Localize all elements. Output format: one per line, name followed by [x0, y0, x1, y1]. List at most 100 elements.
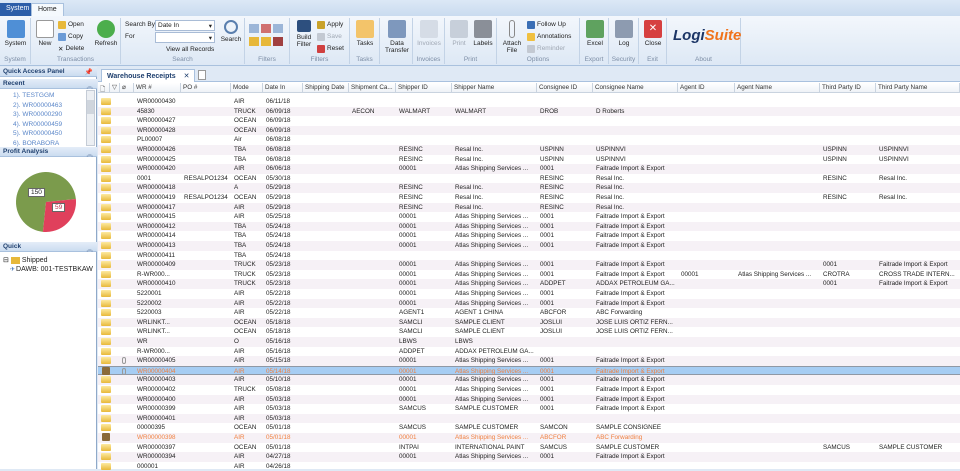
column-header-shipping-date[interactable]: Shipping Date [303, 83, 349, 93]
tab-warehouse-receipts[interactable]: Warehouse Receipts ✕ [101, 69, 196, 82]
data-transfer-button[interactable]: Data Transfer [382, 20, 412, 54]
column-header-agent-name[interactable]: Agent Name [735, 83, 820, 93]
save-filter-button[interactable]: Save [317, 32, 342, 41]
delete-button[interactable]: ✕ Delete [58, 44, 84, 53]
excel-button[interactable]: Excel [583, 20, 607, 47]
view-icon[interactable] [249, 24, 259, 33]
table-row[interactable]: WR00000430 AIR 06/11/18 [98, 97, 960, 107]
table-row[interactable]: WRLINKT... OCEAN 05/18/18 SAMCLI SAMPLE CLIE… [98, 317, 960, 328]
column-header-third-party-name[interactable]: Third Party Name [876, 83, 960, 93]
recent-item[interactable]: 3). WR00000290 [13, 111, 62, 118]
follow-up-button[interactable]: Follow Up [527, 20, 566, 29]
table-row[interactable]: WR00000420 AIR 06/06/18 00001 Atlas Shipping… [98, 164, 960, 174]
table-row[interactable]: WR00000417 AIR 05/29/18 RESINC Resal Inc. RES… [98, 202, 960, 213]
close-button[interactable]: ✕ Close [642, 20, 664, 47]
column-header-mode[interactable]: Mode [231, 83, 263, 93]
table-row[interactable]: WR O 05/16/18 LBWS LBWS [98, 337, 960, 347]
table-row[interactable]: WR00000426 TBA 06/08/18 RESINC Resal Inc. USP… [98, 145, 960, 155]
recent-item[interactable]: 6). BORABORA [13, 140, 59, 147]
folder-icon[interactable] [249, 37, 259, 46]
table-row[interactable]: R-WR000... AIR 05/16/18 ADDPET ADDAX PETROLE… [98, 347, 960, 357]
table-row[interactable]: WR00000428 OCEAN 06/09/18 [98, 125, 960, 136]
column-header-wr[interactable]: WR # [134, 83, 181, 93]
doc-column-icon[interactable]: 🗋 [98, 83, 110, 93]
collapse-box-icon[interactable]: ⊟ [3, 256, 9, 264]
table-row[interactable]: WR00000410 TRUCK 05/23/18 00001 Atlas Shippi… [98, 279, 960, 289]
column-header-third-party-id[interactable]: Third Party ID [820, 83, 876, 93]
collapse-icon[interactable]: ︽ [87, 80, 94, 90]
table-row[interactable]: WR00000418 A 05/29/18 RESINC Resal Inc. RESIN… [98, 183, 960, 193]
table-row[interactable]: WR00000412 TBA 05/24/18 00001 Atlas Shipping… [98, 221, 960, 232]
column-header-consignee-id[interactable]: Consignee ID [537, 83, 593, 93]
column-header-agent-id[interactable]: Agent ID [678, 83, 735, 93]
view-all-records-link[interactable]: View all Records [166, 45, 214, 54]
table-row[interactable]: WR00000405 AIR 05/15/18 00001 Atlas Shipping… [98, 356, 960, 366]
table-row[interactable]: WRLINKT... OCEAN 05/18/18 SAMCLI SAMPLE CLIE… [98, 327, 960, 337]
view-icon[interactable] [261, 24, 271, 33]
attachment-column-icon[interactable]: ⌀ [120, 83, 134, 93]
tree-node-shipped[interactable]: ⊟ Shipped [3, 256, 48, 264]
pin-icon[interactable]: 📌 [85, 68, 93, 76]
system-button[interactable]: System [3, 20, 28, 47]
table-row[interactable]: WR00000401 AIR 05/03/18 [98, 413, 960, 424]
recent-item[interactable]: 1). TESTGGM [13, 92, 54, 99]
column-header-consignee-name[interactable]: Consignee Name [593, 83, 678, 93]
folder-icon[interactable] [261, 37, 271, 46]
table-row[interactable]: 5220001 AIR 05/22/18 00001 Atlas Shipping Se… [98, 289, 960, 299]
column-header-date-in[interactable]: Date In [263, 83, 303, 93]
profit-analysis-header[interactable]: Profit Analysis ︽ [0, 147, 97, 158]
new-button[interactable]: New [34, 20, 56, 47]
table-row[interactable]: WR00000425 TBA 06/08/18 RESINC Resal Inc. USP… [98, 155, 960, 165]
recent-item[interactable]: 2). WR00000463 [13, 102, 62, 109]
recent-item[interactable]: 5). WR00000450 [13, 130, 62, 137]
log-button[interactable]: Log [612, 20, 636, 47]
print-button[interactable]: Print [448, 20, 470, 47]
invoices-button[interactable]: Invoices [415, 20, 443, 47]
table-row[interactable]: WR00000397 OCEAN 05/01/18 INTPAI INTERNATION… [98, 443, 960, 453]
collapse-icon[interactable]: ︽ [87, 243, 94, 253]
table-row[interactable]: WR00000400 AIR 05/03/18 00001 Atlas Shipping… [98, 394, 960, 405]
table-row[interactable]: WR00000411 TBA 05/24/18 [98, 251, 960, 261]
table-row[interactable]: WR00000398 AIR 05/01/18 00001 Atlas Shipping… [98, 433, 960, 443]
attach-file-button[interactable]: Attach File [500, 20, 524, 54]
reset-button[interactable]: Reset [317, 44, 344, 53]
search-button[interactable]: Search [219, 20, 243, 43]
table-row[interactable]: WR00000427 OCEAN 06/09/18 [98, 116, 960, 126]
table-row[interactable]: WR00000394 AIR 04/27/18 00001 Atlas Shipping… [98, 452, 960, 462]
view-icon[interactable] [273, 24, 283, 33]
table-row[interactable]: WR00000399 AIR 05/03/18 SAMCUS SAMPLE CUSTOM… [98, 404, 960, 414]
column-header-po[interactable]: PO # [181, 83, 231, 93]
column-header-shipper-name[interactable]: Shipper Name [452, 83, 537, 93]
table-row[interactable]: PL00007 Air 06/08/18 [98, 135, 960, 145]
table-row[interactable]: WR00000403 AIR 05/10/18 00001 Atlas Shipping… [98, 375, 960, 385]
search-by-select[interactable]: Date In ▾ [155, 20, 215, 31]
collapse-icon[interactable]: ︽ [87, 148, 94, 158]
refresh-button[interactable]: Refresh [93, 20, 119, 47]
check-folder-icon[interactable] [273, 37, 283, 46]
tasks-button[interactable]: Tasks [353, 20, 377, 47]
scroll-thumb[interactable] [87, 100, 94, 114]
new-tab-icon[interactable] [198, 70, 206, 80]
table-row[interactable]: 000001 AIR 04/26/18 [98, 462, 960, 471]
table-row[interactable]: WR00000413 TBA 05/24/18 00001 Atlas Shipping… [98, 241, 960, 251]
apply-button[interactable]: Apply [317, 20, 343, 29]
build-filter-button[interactable]: Build Filter [293, 20, 315, 48]
recent-item[interactable]: 4). WR00000459 [13, 121, 62, 128]
table-row[interactable]: WR00000414 TBA 05/24/18 00001 Atlas Shipping… [98, 231, 960, 241]
quick-header[interactable]: Quick ︽ [0, 242, 97, 253]
table-row[interactable]: WR00000409 TRUCK 05/23/18 00001 Atlas Shippi… [98, 260, 960, 270]
recent-header[interactable]: Recent ︽ [0, 79, 97, 90]
recent-scrollbar[interactable] [86, 90, 95, 146]
logisuite-logo[interactable]: LogiSuite [673, 27, 741, 44]
table-row[interactable]: WR00000402 TRUCK 05/08/18 00001 Atlas Shippi… [98, 385, 960, 395]
tree-node-dawb[interactable]: ✈ DAWB: 001-TESTBKAW [10, 266, 93, 273]
for-input[interactable]: ▾ [155, 32, 215, 43]
reminder-button[interactable]: Reminder [527, 44, 565, 53]
copy-button[interactable]: Copy [58, 32, 83, 41]
table-row[interactable]: 5220002 AIR 05/22/18 00001 Atlas Shipping Se… [98, 298, 960, 309]
tab-home[interactable]: Home [31, 3, 64, 16]
table-row[interactable]: 00000395 OCEAN 05/01/18 SAMCUS SAMPLE CUSTOM… [98, 423, 960, 433]
annotations-button[interactable]: Annotations [527, 32, 571, 41]
table-row[interactable]: 45830 TRUCK 06/09/18 AECON WALMART WALMART DRO… [98, 106, 960, 117]
close-tab-icon[interactable]: ✕ [184, 73, 190, 80]
